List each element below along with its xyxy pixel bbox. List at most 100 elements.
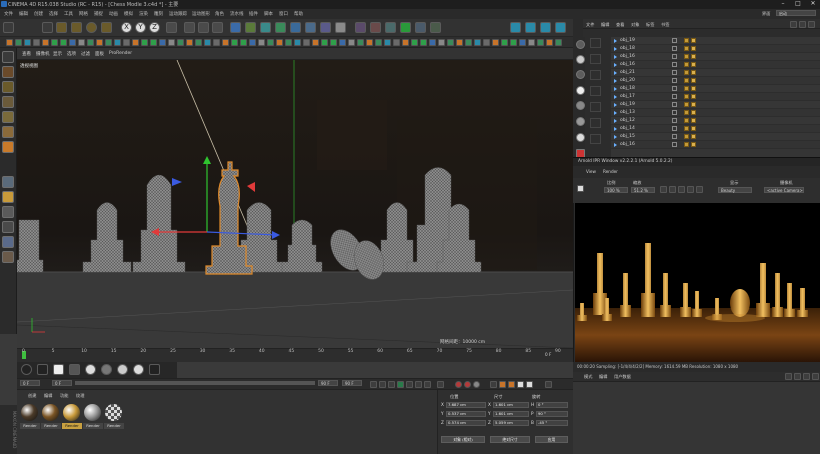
mesh-tool-icon-28[interactable] [258,39,265,46]
current-frame-field[interactable]: 0 F [20,380,40,386]
material-swatch[interactable] [105,404,122,421]
plugin-icon-2[interactable] [525,22,536,33]
phong-tag-icon[interactable] [684,94,689,99]
mesh-tool-icon-3[interactable] [33,39,40,46]
go-to-end-icon[interactable] [424,381,431,388]
close-icon[interactable]: ✕ [806,1,820,7]
frame-range-slider[interactable] [75,381,315,385]
ipr-tool-icon-1[interactable] [660,186,667,193]
menu-item-18[interactable]: 帮助 [294,11,303,17]
viewport-menu-5[interactable]: 面板 [95,51,104,57]
material-swatch[interactable] [63,404,80,421]
object-visibility-toggle[interactable] [672,70,677,75]
timeline-ruler[interactable] [17,348,573,362]
edges-mode-icon[interactable] [2,126,14,138]
move-icon[interactable] [56,22,67,33]
material-tag-icon[interactable] [691,94,696,99]
object-icon-2[interactable] [576,55,585,64]
mesh-tool-icon-49[interactable] [447,39,454,46]
next-key-icon[interactable] [415,381,422,388]
viewport[interactable] [17,60,573,348]
object-visibility-toggle[interactable] [672,110,677,115]
coord-position-field[interactable]: 0.537 cm [446,411,486,417]
mesh-tool-icon-9[interactable] [87,39,94,46]
object-visibility-toggle[interactable] [672,62,677,67]
coord-rotation-field[interactable]: -45 ° [536,420,568,426]
mesh-tool-icon-7[interactable] [69,39,76,46]
plugin-icon-3[interactable] [540,22,551,33]
rotate-icon[interactable] [86,22,97,33]
object-visibility-toggle[interactable] [672,94,677,99]
gear-icon[interactable] [21,364,32,375]
arnold-icon-4[interactable] [400,22,411,33]
object-menu-2[interactable]: 查看 [616,22,624,28]
sphere-object-icon[interactable] [590,102,601,112]
mesh-tool-icon-41[interactable] [375,39,382,46]
object-icon-3[interactable] [576,70,585,79]
null-object-icon[interactable] [590,134,601,144]
object-visibility-toggle[interactable] [672,102,677,107]
viewport-menu-1[interactable]: 摄像机 [36,51,50,57]
subdivision-icon[interactable] [260,22,271,33]
play-icon[interactable] [397,381,404,388]
viewport-menu-0[interactable]: 查看 [22,51,31,57]
mesh-tool-icon-30[interactable] [276,39,283,46]
mesh-tool-icon-48[interactable] [438,39,445,46]
scale-icon[interactable] [71,22,82,33]
material-tag-icon[interactable] [691,118,696,123]
ipr-camera-icon[interactable] [577,185,584,192]
enable-axis-icon[interactable] [2,176,14,188]
mesh-tool-icon-56[interactable] [510,39,517,46]
coord-rotation-field[interactable]: 0 ° [536,402,568,408]
material-tag-icon[interactable] [691,102,696,107]
light-icon[interactable] [335,22,346,33]
menu-item-13[interactable]: 角色 [215,11,224,17]
viewport-menu-6[interactable]: ProRender [109,51,132,56]
mesh-tool-icon-14[interactable] [132,39,139,46]
previous-frame-icon[interactable] [388,381,395,388]
plugin-icon-4[interactable] [555,22,566,33]
white-ball-icon[interactable] [117,364,128,375]
mesh-tool-icon-21[interactable] [195,39,202,46]
object-menu-4[interactable]: 标签 [646,22,654,28]
light-object-icon[interactable] [590,54,601,64]
object-row[interactable] [611,101,820,109]
points-mode-icon[interactable] [2,111,14,123]
area-light-icon[interactable] [53,364,64,375]
mesh-tool-icon-54[interactable] [492,39,499,46]
mesh-tool-icon-44[interactable] [402,39,409,46]
attr-back-icon[interactable] [785,373,792,380]
material-tag-icon[interactable] [691,54,696,59]
material-swatch[interactable] [42,404,59,421]
texture-mode-icon[interactable] [2,81,14,93]
mesh-tool-icon-43[interactable] [393,39,400,46]
polygons-mode-icon[interactable] [2,141,14,153]
object-visibility-toggle[interactable] [672,86,677,91]
material-swatch[interactable] [21,404,38,421]
menu-item-8[interactable]: 模拟 [124,11,133,17]
ipr-tool-icon-4[interactable] [687,186,694,193]
mesh-tool-icon-40[interactable] [366,39,373,46]
record-icon[interactable] [455,381,462,388]
size-mode-select[interactable]: 绝对尺寸 [490,436,530,443]
arnold-icon-1[interactable] [355,22,366,33]
position-key-icon[interactable] [490,381,497,388]
parameter-key-icon[interactable] [517,381,524,388]
mesh-tool-icon-55[interactable] [501,39,508,46]
object-row[interactable] [611,109,820,117]
mesh-tool-icon-34[interactable] [312,39,319,46]
mesh-tool-icon-19[interactable] [177,39,184,46]
attributes-menu-0[interactable]: 模式 [584,374,592,380]
phong-tag-icon[interactable] [684,102,689,107]
undo-icon[interactable] [3,22,14,33]
mesh-tool-icon-0[interactable] [6,39,13,46]
attributes-menu-2[interactable]: 用户数据 [614,374,631,380]
material-menu-0[interactable]: 创建 [28,393,36,399]
mesh-tool-icon-10[interactable] [96,39,103,46]
mesh-tool-icon-39[interactable] [357,39,364,46]
deformer-icon[interactable] [290,22,301,33]
mesh-tool-icon-29[interactable] [267,39,274,46]
sky-icon[interactable] [37,364,48,375]
coordinate-mode-select[interactable]: 对象 (相对) [441,436,485,443]
coord-size-field[interactable]: 1.601 cm [493,411,529,417]
